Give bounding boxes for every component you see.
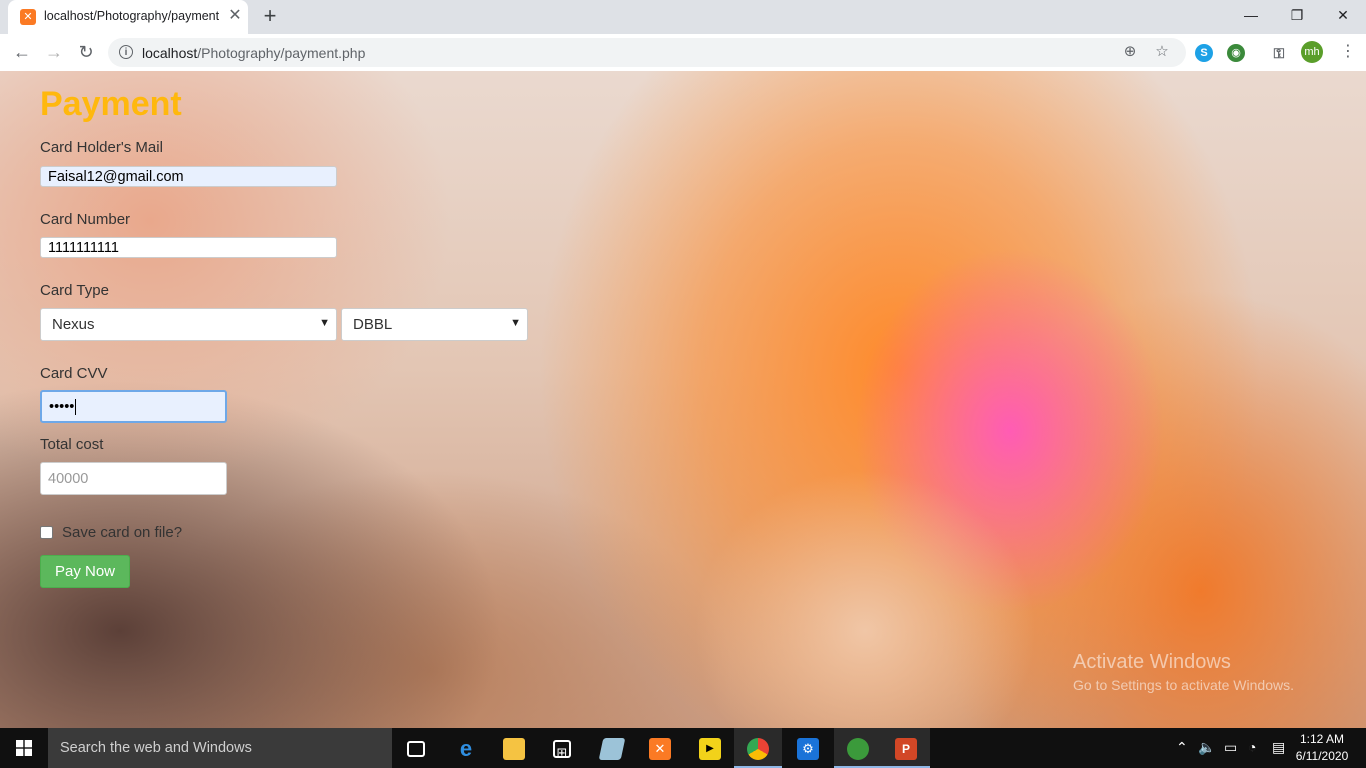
total-input[interactable]: 40000 bbox=[40, 462, 227, 495]
card-number-input[interactable]: 1111111111 bbox=[40, 237, 337, 258]
page-content: Payment Card Holder's Mail Faisal12@gmai… bbox=[0, 71, 1366, 728]
taskbar: Search the web and Windows e ⊞ ✕ ▶ ⚙ P ⌃… bbox=[0, 728, 1366, 768]
cvv-value: ••••• bbox=[49, 398, 75, 415]
search-placeholder: Search the web and Windows bbox=[60, 740, 252, 756]
taskbar-clock[interactable]: 1:12 AM 6/11/2020 bbox=[1292, 731, 1352, 765]
skype-icon[interactable]: S bbox=[1195, 44, 1213, 62]
save-card-checkbox[interactable] bbox=[40, 526, 53, 539]
page-title: Payment bbox=[40, 85, 182, 123]
watermark-line1: Activate Windows bbox=[1073, 651, 1231, 673]
forward-icon[interactable]: → bbox=[42, 40, 66, 64]
restore-icon[interactable]: ❐ bbox=[1274, 0, 1320, 30]
clock-date: 6/11/2020 bbox=[1295, 749, 1349, 763]
unknown-app-icon[interactable] bbox=[588, 728, 636, 768]
start-button[interactable] bbox=[0, 728, 48, 768]
network-globe-icon[interactable] bbox=[834, 728, 882, 768]
total-label: Total cost bbox=[40, 436, 104, 453]
file-explorer-icon[interactable] bbox=[490, 728, 538, 768]
card-type-select[interactable]: Nexus ▼ bbox=[40, 308, 337, 341]
minimize-icon[interactable]: — bbox=[1228, 0, 1274, 30]
browser-toolbar: ← → ↻ i localhost/Photography/payment.ph… bbox=[0, 34, 1366, 72]
tab-strip: ✕ localhost/Photography/payment ✕ + — ❐ … bbox=[0, 0, 1366, 34]
tab-title: localhost/Photography/payment bbox=[44, 9, 220, 23]
task-view-icon[interactable] bbox=[392, 728, 440, 768]
chevron-down-icon: ▼ bbox=[510, 317, 521, 329]
wifi-icon[interactable]: ◔ bbox=[1248, 739, 1256, 755]
bookmark-star-icon[interactable]: ☆ bbox=[1152, 42, 1172, 62]
clock-time: 1:12 AM bbox=[1299, 732, 1345, 746]
url-host: localhost bbox=[142, 45, 198, 61]
notification-icon[interactable]: ▤ bbox=[1272, 739, 1285, 756]
bank-value: DBBL bbox=[353, 316, 393, 333]
mail-value: Faisal12@gmail.com bbox=[48, 168, 184, 185]
bank-select[interactable]: DBBL ▼ bbox=[341, 308, 528, 341]
globe-icon[interactable]: ◉ bbox=[1227, 44, 1245, 62]
chrome-icon[interactable] bbox=[734, 728, 782, 768]
zoom-icon[interactable]: ⊕ bbox=[1120, 42, 1140, 62]
watermark-line2: Go to Settings to activate Windows. bbox=[1073, 677, 1294, 693]
close-window-icon[interactable]: ✕ bbox=[1320, 0, 1366, 30]
xampp-icon: ✕ bbox=[20, 9, 36, 25]
store-icon[interactable]: ⊞ bbox=[538, 728, 586, 768]
address-bar[interactable]: i localhost/Photography/payment.php ⊕ ☆ bbox=[108, 38, 1186, 67]
profile-avatar[interactable]: mh bbox=[1301, 41, 1323, 63]
cvv-label: Card CVV bbox=[40, 365, 108, 382]
site-info-icon[interactable]: i bbox=[119, 45, 133, 59]
mail-input[interactable]: Faisal12@gmail.com bbox=[40, 166, 337, 187]
mail-label: Card Holder's Mail bbox=[40, 139, 163, 156]
activate-windows-watermark: Activate Windows Go to Settings to activ… bbox=[1073, 651, 1294, 693]
menu-icon[interactable]: ⋮ bbox=[1340, 41, 1356, 63]
back-icon[interactable]: ← bbox=[10, 40, 34, 64]
url-path: /Photography/payment.php bbox=[197, 45, 366, 61]
tab-close-icon[interactable]: ✕ bbox=[226, 7, 244, 25]
new-tab-icon[interactable]: + bbox=[258, 4, 282, 28]
save-card-label[interactable]: Save card on file? bbox=[62, 524, 182, 541]
card-type-label: Card Type bbox=[40, 282, 109, 299]
edge-icon[interactable]: e bbox=[442, 728, 490, 768]
taskbar-search[interactable]: Search the web and Windows bbox=[48, 728, 392, 768]
card-number-value: 1111111111 bbox=[48, 239, 119, 256]
browser-tab[interactable]: ✕ localhost/Photography/payment ✕ bbox=[8, 0, 248, 34]
windows-logo-icon bbox=[16, 740, 32, 756]
card-type-value: Nexus bbox=[52, 316, 95, 333]
player-icon[interactable]: ▶ bbox=[686, 728, 734, 768]
card-number-label: Card Number bbox=[40, 211, 131, 228]
text-cursor bbox=[75, 398, 77, 415]
url-text: localhost/Photography/payment.php bbox=[142, 45, 365, 61]
volume-icon[interactable]: 🔈 bbox=[1198, 739, 1215, 756]
battery-icon[interactable]: ▭ bbox=[1224, 739, 1237, 756]
cvv-input[interactable]: ••••• bbox=[40, 390, 227, 423]
tray-chevron-icon[interactable]: ⌃ bbox=[1176, 739, 1188, 756]
total-placeholder: 40000 bbox=[48, 470, 89, 487]
pay-now-button[interactable]: Pay Now bbox=[40, 555, 130, 588]
powerpoint-icon[interactable]: P bbox=[882, 728, 930, 768]
chevron-down-icon: ▼ bbox=[319, 317, 330, 329]
xampp-icon[interactable]: ✕ bbox=[636, 728, 684, 768]
reload-icon[interactable]: ↻ bbox=[74, 40, 98, 64]
key-icon[interactable]: ⚿ bbox=[1270, 44, 1288, 62]
settings-icon[interactable]: ⚙ bbox=[784, 728, 832, 768]
